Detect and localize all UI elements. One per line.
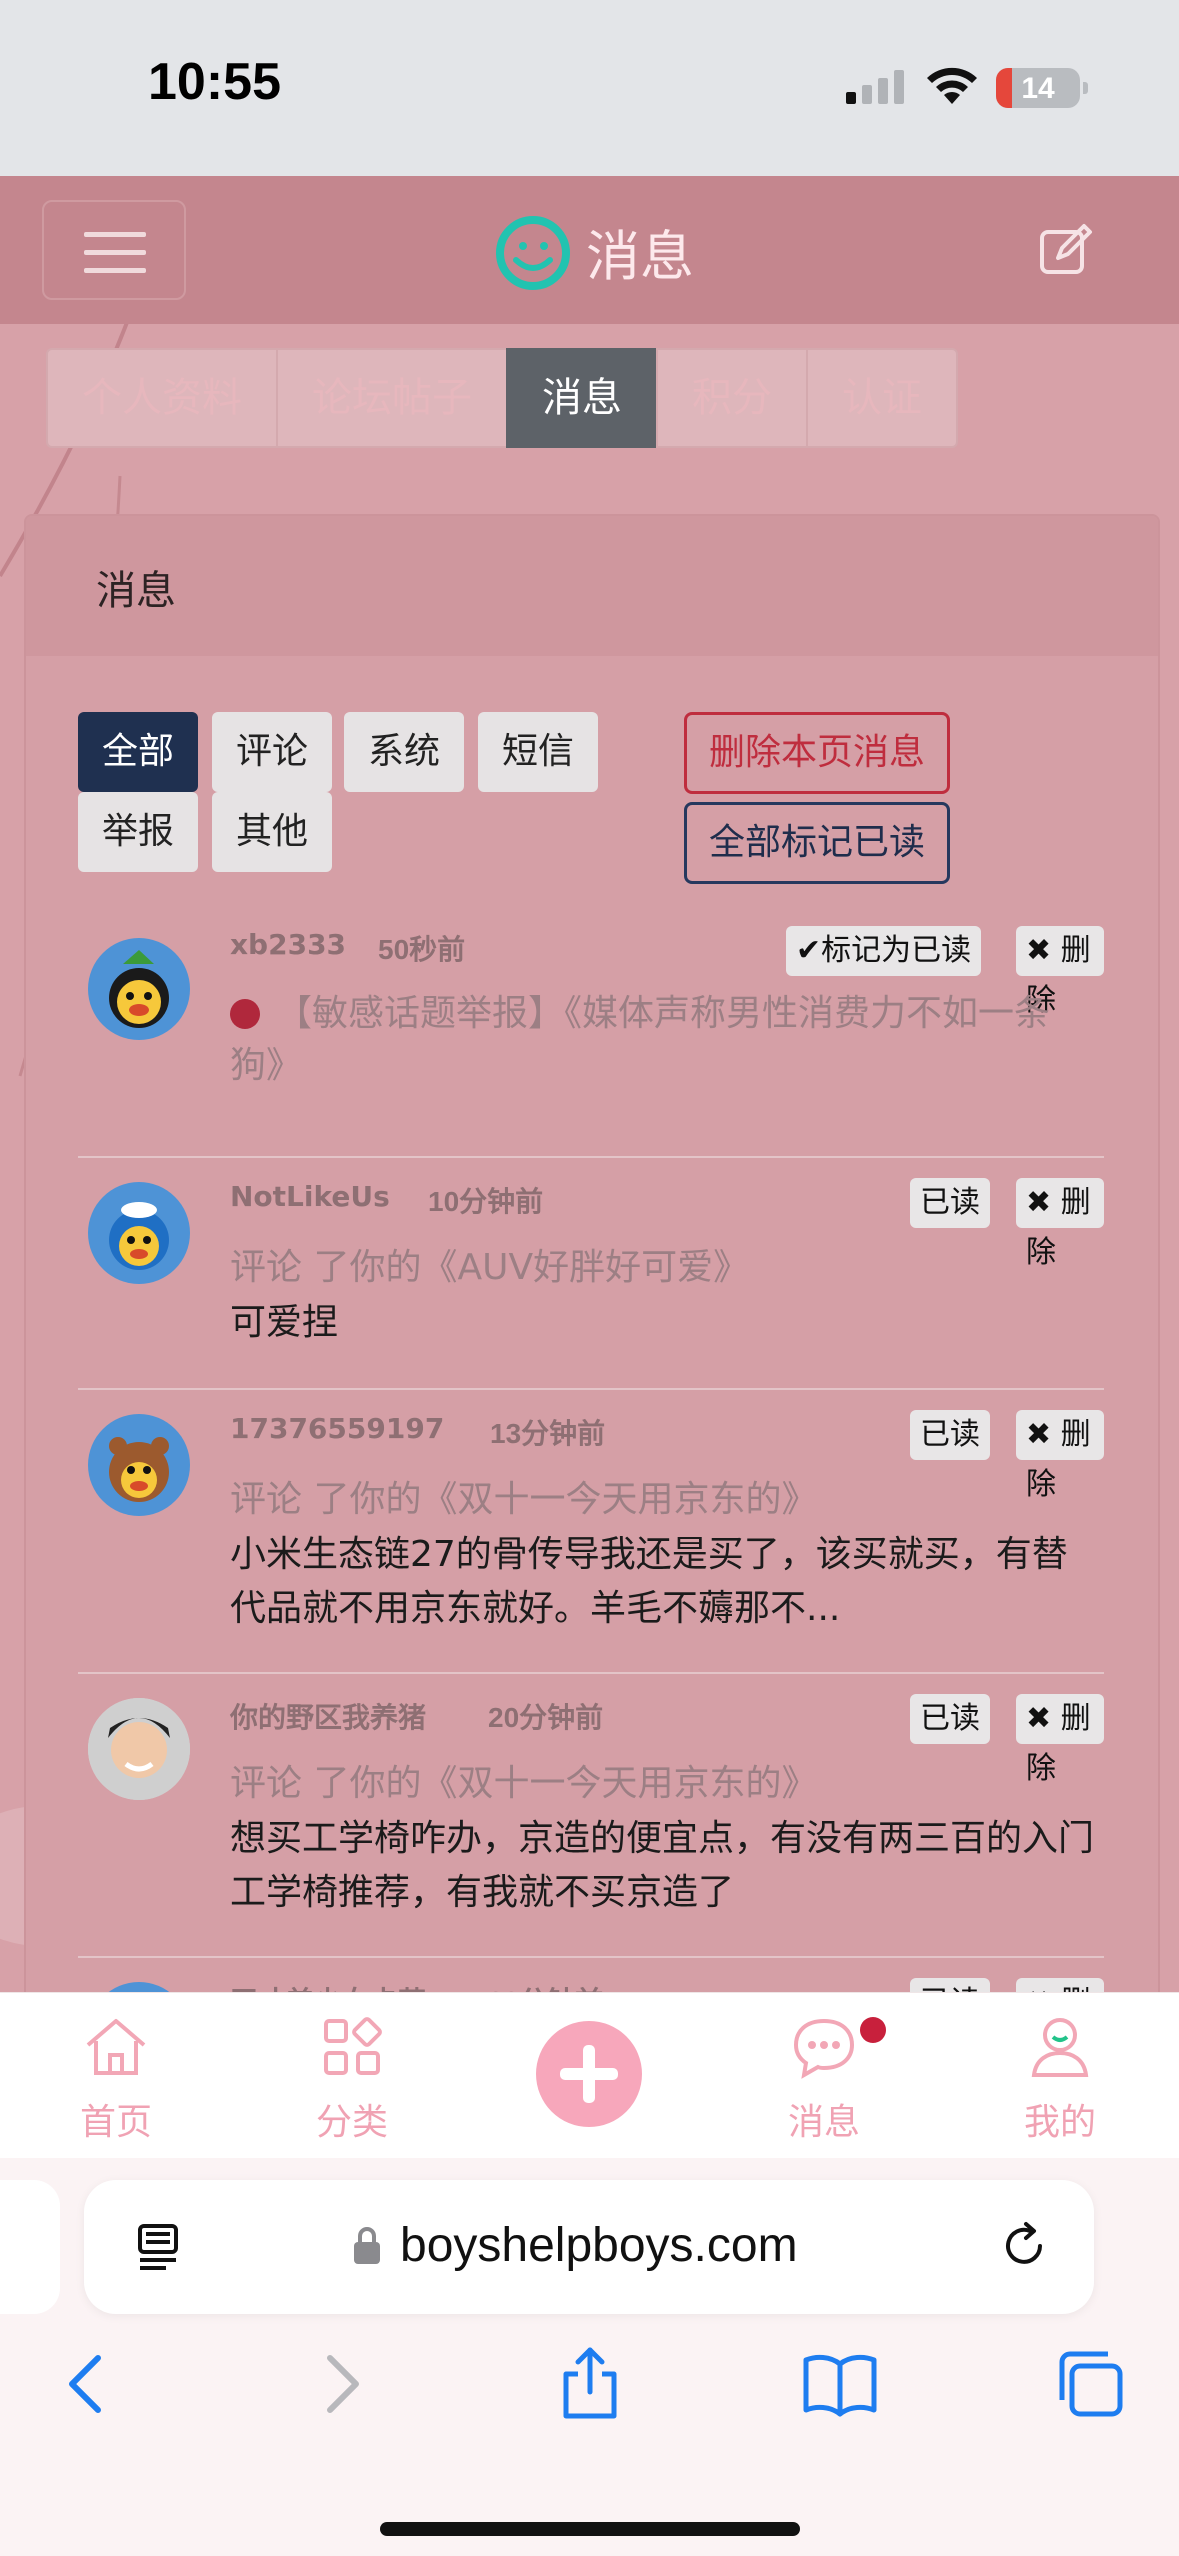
message-body: 小米生态链27的骨传导我还是买了，该买就买，有替代品就不用京东就好。羊毛不薅那不… (230, 1534, 1068, 1629)
chat-bubble-icon (793, 2018, 855, 2079)
forward-icon[interactable] (300, 2344, 380, 2424)
nav-home[interactable]: 首页 (36, 2011, 196, 2145)
message-item[interactable]: 你的野区我养猪 20分钟前 已读 ✖ 删除 评论 了你的《双十一今天用京东的》 … (78, 1674, 1104, 1958)
plus-icon (560, 2045, 618, 2103)
read-status-button[interactable]: 已读 (910, 1978, 990, 1992)
message-item[interactable]: xb2333 50秒前 ✔标记为已读 ✖ 删除 【敏感话题举报】《媒体声称男性消… (78, 926, 1104, 1158)
user-icon (1031, 2018, 1089, 2077)
tabs-icon[interactable] (1050, 2344, 1130, 2424)
tab-points[interactable]: 积分 (656, 348, 808, 448)
lock-icon (354, 2227, 380, 2264)
message-time: 20分钟前 (488, 1702, 604, 1733)
avatar (88, 1698, 190, 1800)
message-time: 22分钟前 (488, 1980, 603, 1992)
unread-dot (230, 999, 260, 1029)
filter-comment[interactable]: 评论 (212, 712, 333, 792)
battery-icon: 14 (996, 68, 1088, 108)
home-icon (86, 2019, 146, 2075)
avatar (88, 1182, 190, 1284)
page-content: 消息 个人资料 论坛帖子 消息 积分 认证 消息 全部 评论 系统 短信 举报 … (0, 176, 1179, 1992)
mark-read-button[interactable]: ✔标记为已读 (786, 926, 982, 976)
message-time: 13分钟前 (490, 1418, 606, 1449)
home-indicator (380, 2522, 800, 2536)
message-body: 可爱捏 (230, 1302, 339, 1343)
delete-page-messages-button[interactable]: 删除本页消息 (684, 712, 951, 794)
tab-forum-posts[interactable]: 论坛帖子 (276, 348, 508, 448)
delete-button[interactable]: ✖ 删除 (1016, 1694, 1104, 1786)
message-item[interactable]: NotLikeUs 10分钟前 已读 ✖ 删除 评论 了你的《AUV好胖好可爱》… (78, 1158, 1104, 1390)
message-username[interactable]: 你的野区我养猪 (230, 1696, 426, 1736)
read-status-button[interactable]: 已读 (910, 1694, 990, 1744)
nav-me-label: 我的 (1023, 2102, 1096, 2143)
site-header: 消息 (0, 176, 1179, 324)
menu-button[interactable] (42, 200, 186, 300)
reload-icon[interactable] (996, 2218, 1052, 2274)
header-title: 消息 (586, 225, 694, 288)
message-username[interactable]: 17376559197 (230, 1412, 444, 1445)
card-title: 消息 (96, 568, 176, 614)
back-icon[interactable] (48, 2344, 128, 2424)
delete-button[interactable]: ✖ 删除 (1016, 1178, 1104, 1270)
filter-other[interactable]: 其他 (212, 792, 333, 872)
read-status-button[interactable]: 已读 (910, 1178, 990, 1228)
tab-messages[interactable]: 消息 (506, 348, 658, 448)
page-menu-icon[interactable] (134, 2220, 188, 2274)
message-summary[interactable]: 评论 了你的《AUV好胖好可爱》 (230, 1242, 1096, 1294)
message-body: 想买工学椅咋办，京造的便宜点，有没有两三百的入门工学椅推荐，有我就不买京造了 (230, 1818, 1095, 1913)
cellular-signal-icon (846, 70, 904, 104)
avatar (88, 1414, 190, 1516)
site-logo-icon (496, 216, 570, 290)
filter-system[interactable]: 系统 (344, 712, 465, 792)
avatar (88, 1982, 190, 1992)
browser-chrome: boyshelpboys.com (0, 2158, 1179, 2556)
previous-tab-edge[interactable] (0, 2180, 60, 2314)
delete-button[interactable]: ✖ 删除 (1016, 1410, 1104, 1502)
read-status-button[interactable]: 已读 (910, 1410, 990, 1460)
edit-icon[interactable] (1036, 220, 1096, 280)
wifi-icon (927, 67, 977, 104)
new-post-button[interactable] (536, 2021, 642, 2127)
nav-category-label: 分类 (315, 2102, 388, 2143)
category-icon (324, 2017, 382, 2075)
profile-tabs: 个人资料 论坛帖子 消息 积分 认证 (46, 348, 958, 448)
mark-all-read-button[interactable]: 全部标记已读 (684, 802, 951, 884)
tab-verification[interactable]: 认证 (806, 348, 958, 448)
message-username[interactable]: NotLikeUs (230, 1180, 390, 1213)
status-time: 10:55 (148, 53, 281, 111)
share-icon[interactable] (550, 2344, 630, 2424)
delete-button[interactable]: ✖ 删除 (1016, 1978, 1104, 1992)
url-text[interactable]: boyshelpboys.com (400, 2218, 798, 2273)
avatar (88, 938, 190, 1040)
filter-report[interactable]: 举报 (78, 792, 199, 872)
message-username[interactable]: 天才美少女卡莎 (230, 1980, 426, 1992)
nav-home-label: 首页 (79, 2102, 152, 2143)
bookmarks-icon[interactable] (800, 2344, 880, 2424)
card-header: 消息 (26, 516, 1158, 656)
message-item[interactable]: 天才美少女卡莎 22分钟前 已读 ✖ 删除 (78, 1958, 1104, 1992)
message-summary[interactable]: 评论 了你的《双十一今天用京东的》 (230, 1474, 1096, 1526)
nav-category[interactable]: 分类 (272, 2011, 432, 2145)
notification-badge (860, 2017, 886, 2043)
tab-profile[interactable]: 个人资料 (46, 348, 278, 448)
message-summary[interactable]: 评论 了你的《双十一今天用京东的》 (230, 1758, 1096, 1810)
filter-sms[interactable]: 短信 (478, 712, 599, 792)
bottom-nav: 首页 分类 消息 我的 (0, 1992, 1179, 2159)
nav-messages-label: 消息 (787, 2102, 860, 2143)
message-item[interactable]: 17376559197 13分钟前 已读 ✖ 删除 评论 了你的《双十一今天用京… (78, 1390, 1104, 1674)
nav-me[interactable]: 我的 (980, 2011, 1140, 2145)
delete-button[interactable]: ✖ 删除 (1016, 926, 1104, 1018)
message-summary[interactable]: 【敏感话题举报】《媒体声称男性消费力不如一条 狗》 (230, 988, 1096, 1092)
filter-all[interactable]: 全部 (78, 712, 199, 792)
messages-card: 消息 全部 评论 系统 短信 举报 其他 删除本页消息 全部标记已读 xb233… (24, 514, 1160, 1992)
message-time: 50秒前 (378, 934, 466, 965)
message-time: 10分钟前 (428, 1186, 544, 1217)
status-bar: 10:55 14 (0, 0, 1179, 176)
address-bar[interactable]: boyshelpboys.com (84, 2180, 1094, 2314)
message-username[interactable]: xb2333 (230, 928, 346, 961)
battery-level: 14 (1021, 72, 1055, 105)
